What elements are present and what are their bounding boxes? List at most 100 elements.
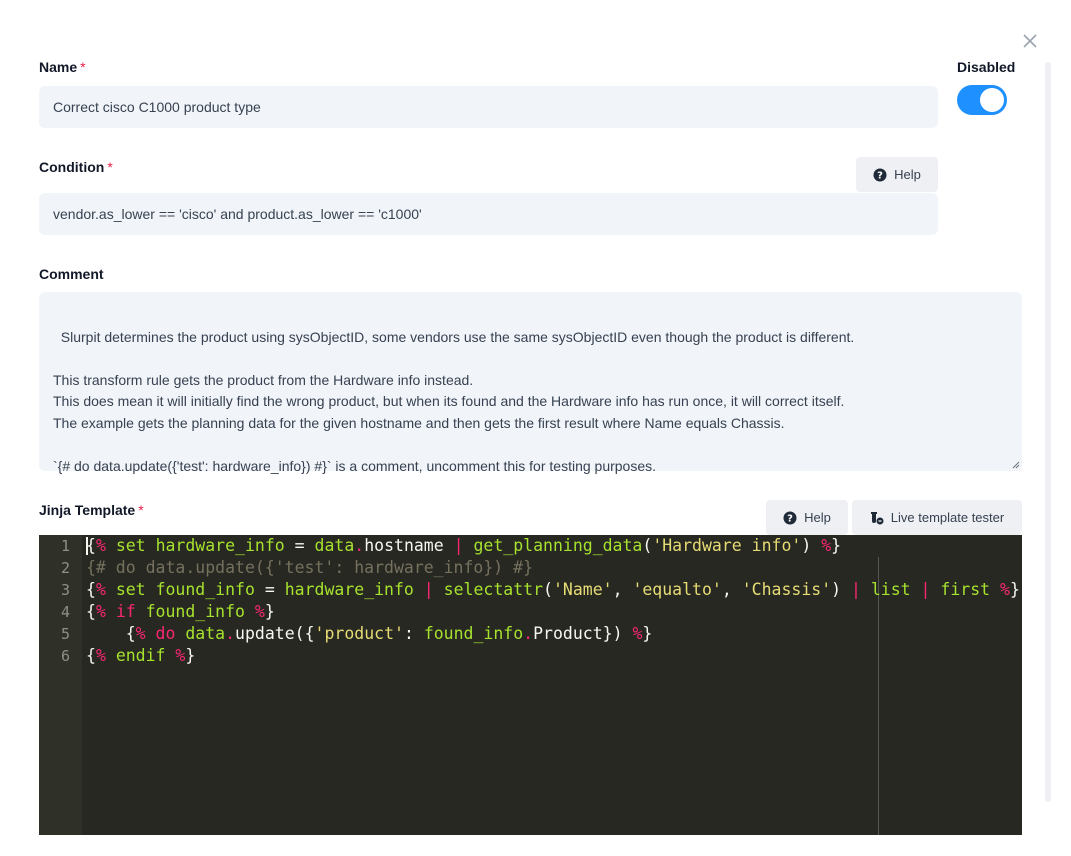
code-token: |	[423, 580, 444, 599]
code-token: 'Chassis'	[741, 580, 832, 599]
code-token: hardware_info	[284, 580, 424, 599]
line-number: 2	[60, 559, 70, 577]
text-cursor	[86, 537, 88, 555]
code-token: =	[284, 536, 315, 555]
code-token: %	[135, 624, 156, 643]
code-token: :	[403, 624, 424, 643]
disabled-toggle[interactable]	[957, 85, 1007, 115]
flask-vial-icon	[870, 511, 884, 524]
line-number: 1	[60, 537, 70, 555]
line-number: 5	[60, 625, 70, 643]
jinja-help-button[interactable]: ? Help	[766, 500, 848, 535]
code-token: %	[632, 624, 643, 643]
code-token: )	[801, 536, 822, 555]
code-token: {	[86, 602, 96, 621]
code-token: .	[354, 536, 365, 555]
name-label: Name *	[39, 59, 86, 75]
svg-text:?: ?	[787, 513, 793, 524]
line-number: 3	[60, 581, 70, 599]
jinja-code-editor[interactable]: 123456 {% set hardware_info = data.hostn…	[39, 535, 1022, 835]
code-token: }	[264, 602, 275, 621]
code-token: set	[115, 536, 156, 555]
jinja-label-text: Jinja Template	[39, 502, 136, 518]
code-token: 'equalto'	[632, 580, 722, 599]
live-template-tester-button[interactable]: Live template tester	[852, 500, 1022, 535]
code-token: %	[95, 580, 116, 599]
code-token: Product})	[533, 624, 633, 643]
code-token: found_info	[145, 602, 255, 621]
resize-grip-icon[interactable]	[1012, 461, 1020, 469]
code-token: =	[254, 580, 285, 599]
disabled-label: Disabled	[957, 59, 1016, 75]
code-token: {# do data.update({'test': hardware_info…	[86, 558, 534, 577]
code-token: data	[314, 536, 355, 555]
code-token: (	[642, 536, 653, 555]
code-token: .	[523, 624, 534, 643]
close-button[interactable]	[1021, 32, 1039, 50]
code-token: }	[831, 536, 842, 555]
line-number: 4	[60, 603, 70, 621]
close-icon	[1023, 34, 1037, 48]
name-input[interactable]: Correct cisco C1000 product type	[39, 86, 938, 128]
name-label-text: Name	[39, 59, 78, 75]
code-token: %	[1000, 580, 1010, 599]
code-token: list	[870, 580, 921, 599]
code-token: {	[86, 580, 96, 599]
code-token: %	[95, 646, 116, 665]
svg-text:?: ?	[877, 170, 883, 181]
comment-text: Slurpit determines the product using sys…	[53, 328, 855, 474]
code-token: )	[831, 580, 851, 599]
question-circle-icon: ?	[873, 168, 887, 181]
code-line: {% set found_info = hardware_info | sele…	[86, 579, 1022, 601]
code-line: {% endif %}	[86, 645, 1022, 667]
code-line: {% set hardware_info = data.hostname | g…	[86, 535, 1022, 557]
line-number: 6	[60, 647, 70, 665]
code-token: 'Name'	[552, 580, 613, 599]
code-token: 'product'	[314, 624, 404, 643]
code-token: }	[642, 624, 653, 643]
condition-input[interactable]: vendor.as_lower == 'cisco' and product.a…	[39, 193, 938, 235]
help-label: Help	[804, 510, 831, 525]
code-token: selectattr	[443, 580, 544, 599]
code-token: |	[920, 580, 941, 599]
code-token: hostname	[364, 536, 454, 555]
code-token: %	[821, 536, 832, 555]
code-token: {	[86, 646, 96, 665]
code-token: data	[185, 624, 226, 643]
condition-value: vendor.as_lower == 'cisco' and product.a…	[53, 206, 422, 222]
code-token: if	[115, 602, 146, 621]
code-token: get_planning_data	[473, 536, 643, 555]
name-value: Correct cisco C1000 product type	[53, 99, 261, 115]
code-line: {# do data.update({'test': hardware_info…	[86, 557, 1022, 579]
jinja-label: Jinja Template *	[39, 502, 144, 518]
code-token: ,	[721, 580, 742, 599]
code-token: endif	[115, 646, 176, 665]
code-token: .	[225, 624, 236, 643]
toggle-knob	[980, 88, 1004, 112]
code-token: do	[155, 624, 186, 643]
code-token: 'Hardware info'	[652, 536, 802, 555]
comment-textarea[interactable]: Slurpit determines the product using sys…	[39, 292, 1022, 474]
page-scrollbar[interactable]	[1045, 62, 1051, 802]
code-token: found_info	[155, 580, 255, 599]
condition-label: Condition *	[39, 159, 113, 175]
code-token: first	[940, 580, 1001, 599]
condition-help-button[interactable]: ? Help	[856, 157, 938, 192]
condition-label-text: Condition	[39, 159, 105, 175]
code-token: set	[115, 580, 156, 599]
required-mark: *	[80, 59, 86, 75]
comment-label: Comment	[39, 266, 104, 282]
line-number-gutter: 1 2 3 4 5 6	[39, 535, 82, 835]
code-token: (	[543, 580, 553, 599]
question-circle-icon: ?	[783, 511, 797, 524]
code-token: |	[851, 580, 871, 599]
code-token: %	[95, 536, 116, 555]
required-mark: *	[138, 502, 144, 518]
code-token: update({	[235, 624, 315, 643]
code-token: ,	[612, 580, 633, 599]
code-token: |	[453, 536, 474, 555]
code-line: {% do data.update({'product': found_info…	[86, 623, 1022, 645]
code-token: }	[185, 646, 196, 665]
code-token: found_info	[423, 624, 524, 643]
code-area[interactable]: {% set hardware_info = data.hostname | g…	[86, 535, 1022, 667]
